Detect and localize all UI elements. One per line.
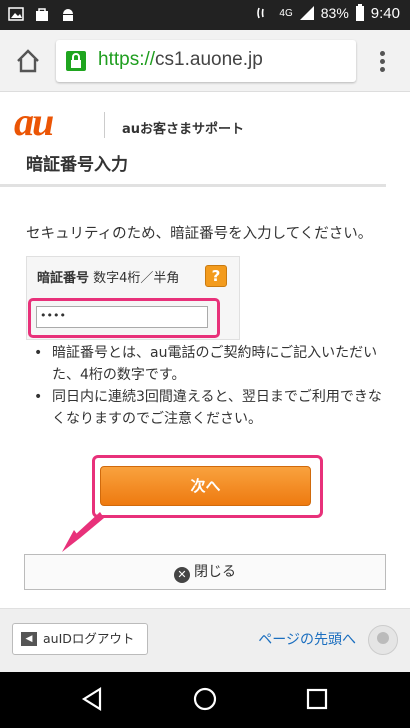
back-nav-icon[interactable] — [80, 686, 106, 712]
shopping-bag-icon — [36, 8, 48, 21]
home-nav-icon[interactable] — [192, 686, 218, 712]
list-item: 暗証番号とは、au電話のご契約時にご記入いただいた、4桁の数字です。 — [26, 342, 386, 386]
logout-arrow-icon: ◀ — [21, 632, 37, 646]
system-nav-bar — [0, 672, 410, 728]
home-icon[interactable] — [14, 47, 42, 75]
pin-label: 暗証番号 — [37, 271, 90, 286]
back-to-top-link[interactable]: ページの先頭へ — [258, 629, 356, 649]
close-label: 閉じる — [194, 564, 236, 580]
title-divider — [0, 184, 386, 187]
status-bar: 4G 83% 9:40 — [0, 0, 410, 30]
notes-list: 暗証番号とは、au電話のご契約時にご記入いただいた、4桁の数字です。 同日内に連… — [26, 342, 386, 430]
close-button[interactable]: ✕ 閉じる — [24, 554, 386, 590]
address-bar: https://cs1.auone.jp — [0, 30, 410, 92]
nfc-icon — [257, 7, 265, 19]
help-icon[interactable]: ? — [205, 265, 227, 287]
site-header: au auお客さまサポート — [0, 92, 410, 150]
pointer-arrow-icon — [62, 512, 104, 552]
lock-icon — [66, 51, 86, 71]
header-divider — [104, 112, 105, 138]
logout-label: auIDログアウト — [43, 631, 135, 646]
logout-button[interactable]: ◀ auIDログアウト — [12, 623, 148, 655]
url-text: https://cs1.auone.jp — [98, 49, 263, 71]
intro-text: セキュリティのため、暗証番号を入力してください。 — [26, 226, 373, 242]
clock: 9:40 — [370, 4, 400, 22]
url-field[interactable]: https://cs1.auone.jp — [56, 40, 356, 82]
pin-input[interactable]: •••• — [36, 306, 208, 328]
url-protocol: https:// — [98, 49, 156, 70]
pin-hint: 数字4桁／半角 — [93, 271, 180, 286]
url-host: cs1.auone.jp — [155, 49, 263, 70]
network-type: 4G — [279, 7, 293, 19]
page-title: 暗証番号入力 — [26, 155, 128, 175]
android-icon — [63, 9, 73, 21]
overflow-menu-icon[interactable] — [380, 51, 386, 73]
image-icon — [8, 7, 24, 21]
close-icon: ✕ — [174, 567, 190, 583]
next-button[interactable]: 次へ — [100, 466, 311, 506]
footer: ◀ auIDログアウト ページの先頭へ — [0, 608, 410, 672]
signal-icon — [299, 6, 314, 20]
recents-nav-icon[interactable] — [304, 686, 330, 712]
scroll-top-icon[interactable] — [368, 625, 398, 655]
battery-percent: 83% — [320, 5, 349, 21]
site-title: auお客さまサポート — [122, 122, 245, 137]
list-item: 同日内に連続3回間違えると、翌日までご利用できなくなりますのでご注意ください。 — [26, 386, 386, 430]
au-logo[interactable]: au — [14, 102, 54, 142]
battery-icon — [355, 4, 364, 21]
